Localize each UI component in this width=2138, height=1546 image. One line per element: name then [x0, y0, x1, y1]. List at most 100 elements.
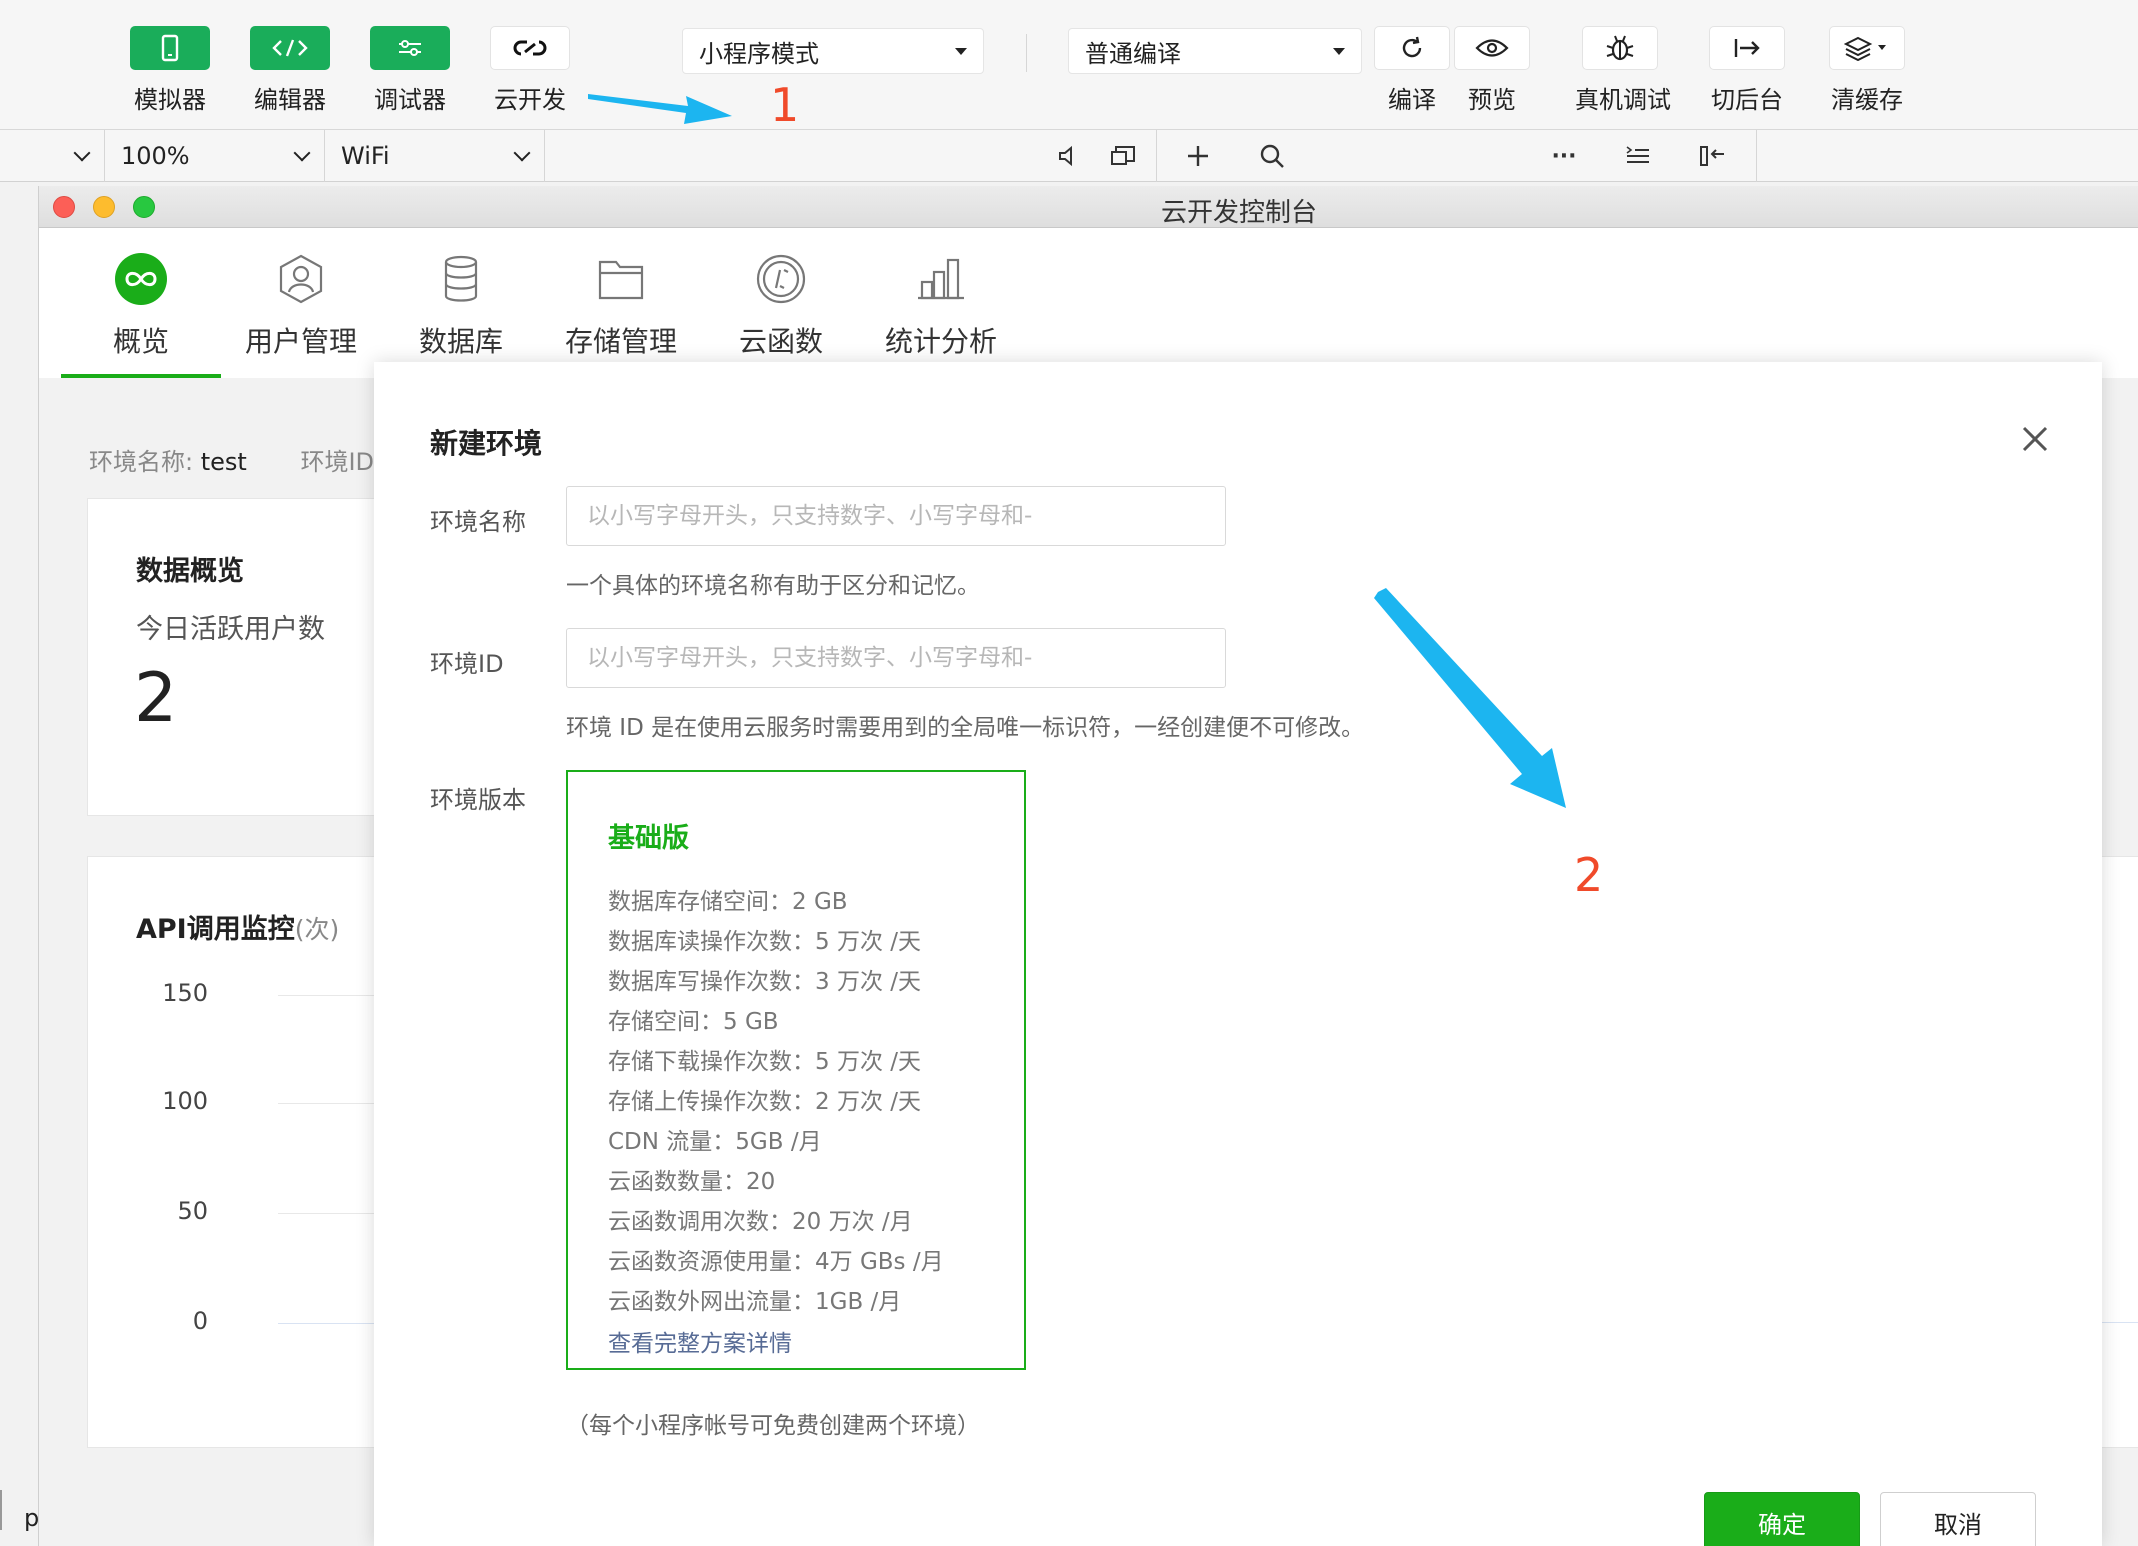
volume-icon[interactable] [1052, 140, 1084, 172]
compile-select[interactable]: 普通编译 [1068, 28, 1362, 74]
simulator-button[interactable] [130, 26, 210, 70]
plan-item: 数据库写操作次数：3 万次 /天 [608, 969, 922, 995]
more-icon[interactable]: ··· [1548, 140, 1580, 172]
background-button[interactable] [1709, 26, 1785, 70]
collapse-panel-icon[interactable] [1696, 140, 1728, 172]
function-icon [756, 254, 806, 304]
corner-text: p [24, 1504, 40, 1532]
api-monitor-title: API调用监控(次) [136, 907, 339, 946]
background-label: 切后台 [1711, 86, 1783, 114]
env-name-value: test [200, 448, 247, 476]
cloud-dev-button[interactable] [490, 26, 570, 70]
zoom-select[interactable]: 100% [105, 130, 325, 182]
env-name-input[interactable] [566, 486, 1226, 546]
clear-cache-button[interactable] [1829, 26, 1905, 70]
y-tick: 100 [162, 1087, 208, 1115]
toolbar-divider [1756, 130, 1757, 182]
tab-label: 数据库 [418, 325, 503, 358]
basic-plan-card[interactable]: 基础版 数据库存储空间：2 GB 数据库读操作次数：5 万次 /天 数据库写操作… [566, 770, 1026, 1370]
cloud-link-icon [513, 40, 547, 56]
tab-cloud-functions[interactable]: 云函数 [701, 228, 861, 378]
env-id-input[interactable] [566, 628, 1226, 688]
bug-icon [1606, 35, 1634, 61]
env-name-field-label: 环境名称 [430, 508, 526, 536]
plan-details-link[interactable]: 查看完整方案详情 [608, 1324, 792, 1358]
preview-button[interactable] [1454, 26, 1530, 70]
caret-down-icon [1333, 47, 1345, 55]
mode-select[interactable]: 小程序模式 [682, 28, 984, 74]
confirm-button[interactable]: 确定 [1704, 1492, 1860, 1546]
plus-icon[interactable] [1182, 140, 1214, 172]
api-monitor-title-text: API调用监控 [136, 914, 295, 945]
cloud-dev-label: 云开发 [494, 86, 566, 114]
compile-label: 编译 [1388, 86, 1436, 114]
env-id-hint: 环境 ID 是在使用云服务时需要用到的全局唯一标识符，一经创建便不可修改。 [566, 715, 1365, 741]
clear-cache-label: 清缓存 [1831, 86, 1903, 114]
window-icon[interactable] [1107, 140, 1139, 172]
tab-database[interactable]: 数据库 [381, 228, 541, 378]
plan-item: 数据库读操作次数：5 万次 /天 [608, 929, 922, 955]
api-monitor-unit: (次) [294, 915, 340, 944]
tab-label: 概览 [112, 325, 169, 358]
tab-overview[interactable]: 概览 [61, 228, 221, 378]
debugger-tool[interactable]: 调试器 [365, 26, 455, 115]
debugger-button[interactable] [370, 26, 450, 70]
editor-button[interactable] [250, 26, 330, 70]
database-icon [444, 255, 478, 302]
editor-label: 编辑器 [254, 86, 326, 114]
folder-icon [598, 260, 644, 300]
layers-icon [1844, 36, 1886, 61]
dialog-title: 新建环境 [430, 427, 543, 460]
mode-select-value: 小程序模式 [699, 39, 819, 68]
background-tool[interactable]: 切后台 [1702, 26, 1792, 115]
compile-tool[interactable]: 编译 [1367, 26, 1457, 115]
compile-button[interactable] [1374, 26, 1450, 70]
plan-item: CDN 流量：5GB /月 [608, 1129, 822, 1155]
annotation-arrow-1 [588, 94, 732, 124]
plan-item: 存储下载操作次数：5 万次 /天 [608, 1049, 922, 1075]
y-tick: 50 [177, 1197, 208, 1225]
main-toolbar: 模拟器 编辑器 调试器 云开发 小程序模式 普通编译 编译 预览 真机调试 切后… [0, 0, 2138, 130]
device-select[interactable] [0, 130, 105, 182]
real-debug-button[interactable] [1582, 26, 1658, 70]
real-debug-tool[interactable]: 真机调试 [1575, 26, 1671, 115]
tab-storage[interactable]: 存储管理 [541, 228, 701, 378]
eye-icon [1475, 39, 1509, 57]
env-name-label: 环境名称: [89, 448, 194, 476]
tab-user-management[interactable]: 用户管理 [221, 228, 381, 378]
plan-item: 云函数资源使用量：4万 GBs /月 [608, 1249, 944, 1275]
preview-label: 预览 [1468, 86, 1516, 114]
plan-item: 云函数调用次数：20 万次 /月 [608, 1209, 913, 1235]
code-icon [272, 39, 308, 57]
plan-item: 存储空间：5 GB [608, 1009, 779, 1035]
clear-cache-tool[interactable]: 清缓存 [1822, 26, 1912, 115]
edge-marker [0, 1490, 2, 1530]
active-users-value: 2 [134, 659, 178, 738]
preview-tool[interactable]: 预览 [1447, 26, 1537, 115]
cloud-dev-tool[interactable]: 云开发 [485, 26, 575, 115]
search-icon[interactable] [1256, 140, 1288, 172]
editor-tool[interactable]: 编辑器 [245, 26, 335, 115]
new-environment-dialog: 新建环境 环境名称 一个具体的环境名称有助于区分和记忆。 环境ID 环境 ID … [374, 362, 2102, 1546]
network-select[interactable]: WiFi [325, 130, 545, 182]
close-icon[interactable] [2020, 424, 2050, 454]
free-env-note: （每个小程序帐号可免费创建两个环境） [566, 1413, 980, 1439]
tab-statistics[interactable]: 统计分析 [861, 228, 1021, 378]
chevron-down-icon [513, 144, 531, 162]
env-info: 环境名称: test 环境ID: [89, 442, 382, 477]
network-value: WiFi [341, 142, 390, 170]
annotation-arrow-2 [1374, 588, 1566, 808]
plan-item: 云函数数量：20 [608, 1169, 776, 1195]
switch-background-icon [1734, 39, 1760, 57]
zoom-value: 100% [121, 142, 190, 170]
y-tick: 0 [192, 1307, 208, 1335]
plan-title: 基础版 [608, 823, 689, 854]
refresh-icon [1402, 36, 1422, 58]
format-icon[interactable] [1622, 140, 1654, 172]
window-titlebar: 云开发控制台 [39, 186, 2138, 228]
cancel-button[interactable]: 取消 [1880, 1492, 2036, 1546]
console-nav: 概览 用户管理 数据库 存储管理 云函数 统计分析 [39, 228, 2138, 378]
phone-icon [161, 34, 179, 62]
active-users-label: 今日活跃用户数 [136, 614, 325, 645]
simulator-tool[interactable]: 模拟器 [125, 26, 215, 115]
